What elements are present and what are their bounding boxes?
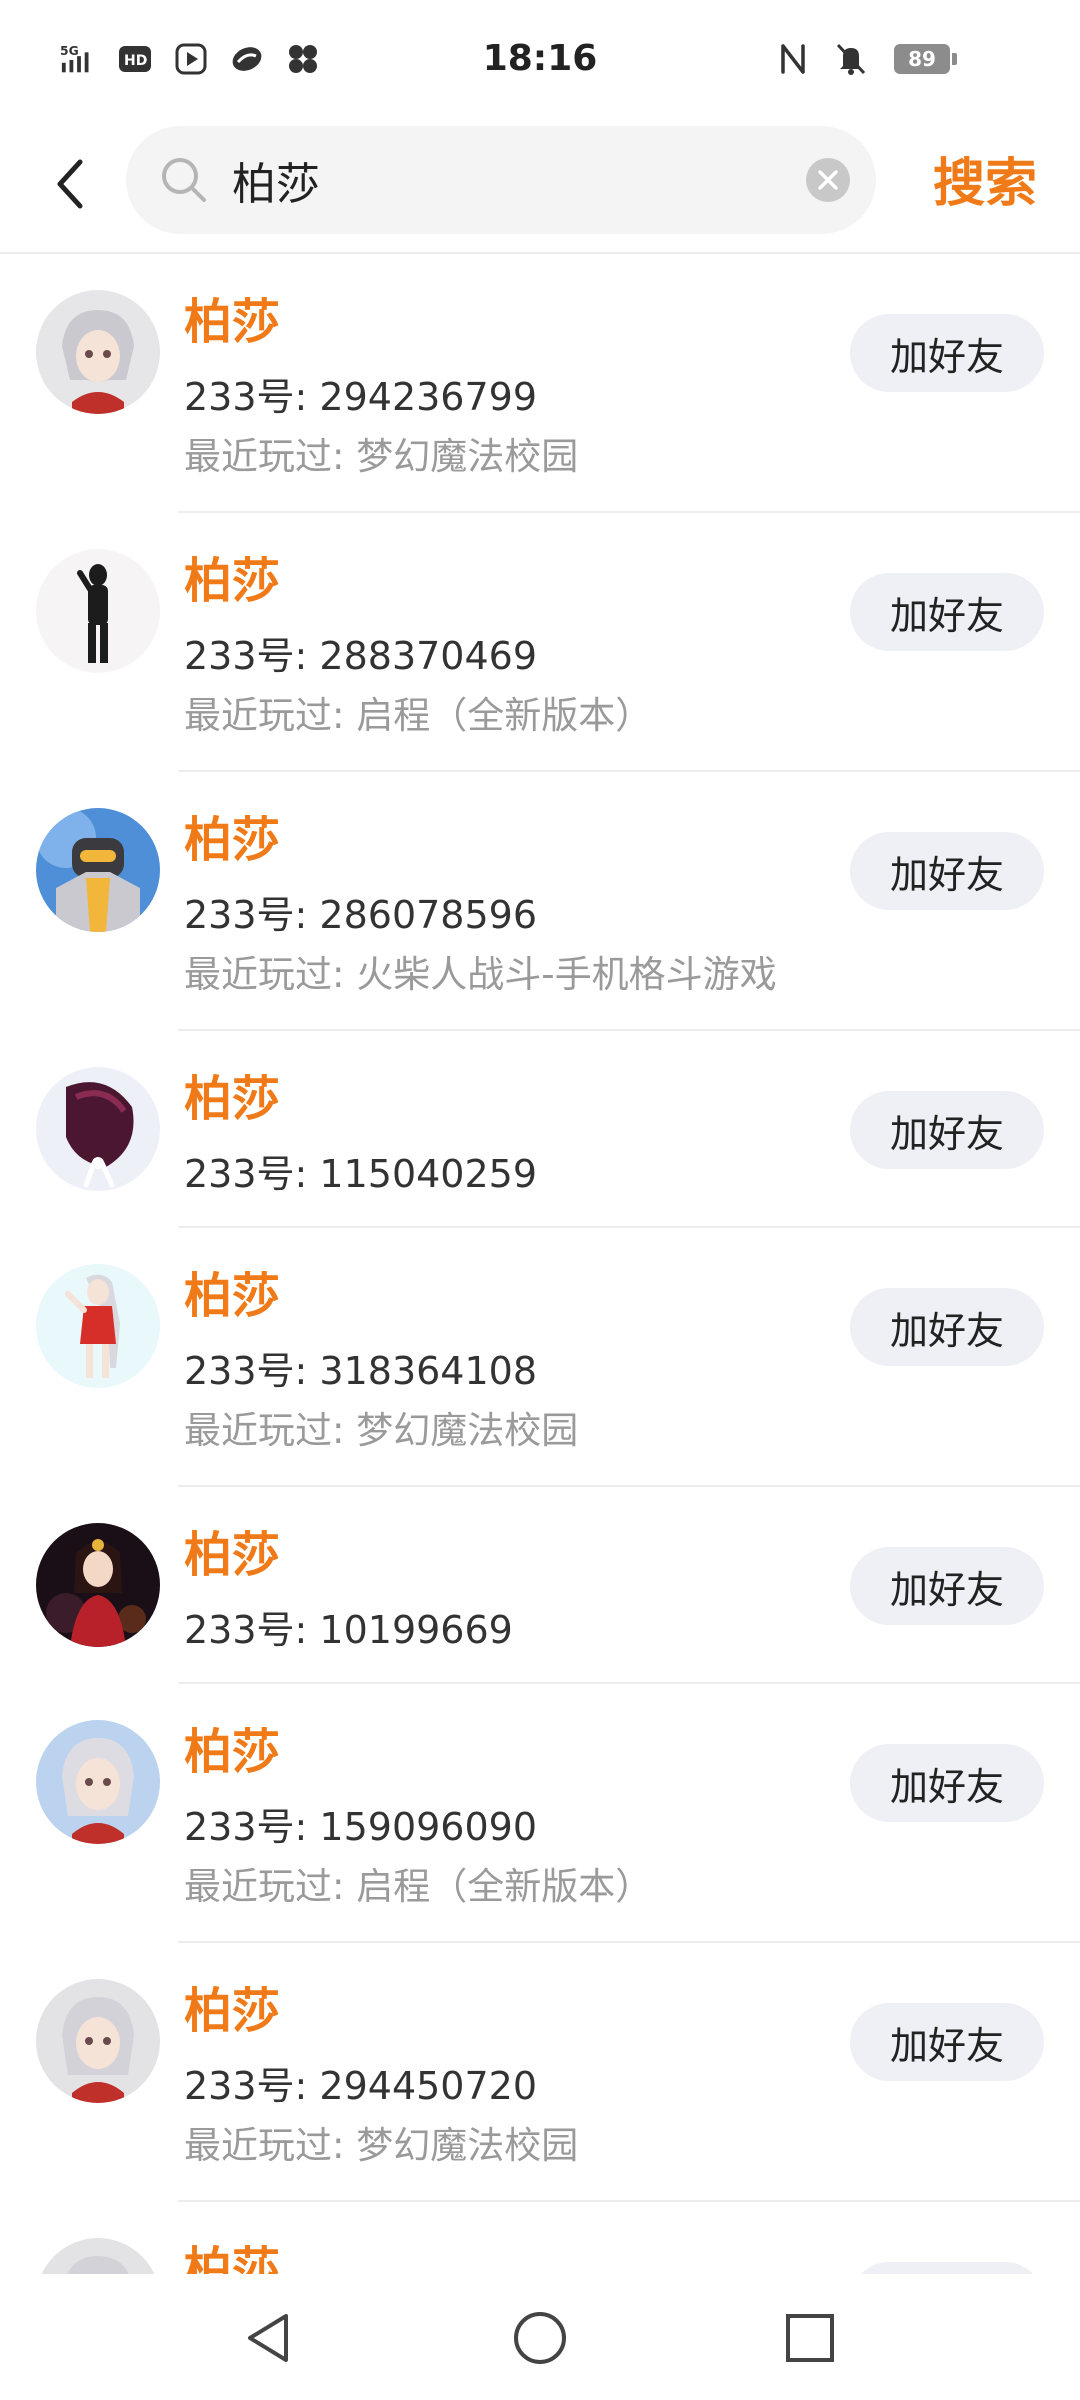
- user-name: 柏莎: [184, 1983, 281, 2039]
- user-id: 233号: 288370469: [184, 634, 538, 678]
- system-navigation-bar: [0, 2274, 1080, 2400]
- search-input[interactable]: [232, 148, 792, 212]
- search-header: 搜索: [0, 122, 1080, 252]
- user-name: 柏莎: [184, 553, 281, 609]
- square-recents-icon: [786, 2314, 834, 2362]
- user-id: 233号: 286078596: [184, 893, 538, 937]
- add-friend-button[interactable]: 加好友: [850, 1547, 1044, 1625]
- add-friend-button[interactable]: 加好友: [850, 314, 1044, 392]
- add-friend-button[interactable]: 加好友: [850, 832, 1044, 910]
- add-friend-button[interactable]: 加好友: [850, 2003, 1044, 2081]
- add-friend-button[interactable]: 加好友: [850, 1744, 1044, 1822]
- chevron-left-icon: [57, 159, 83, 209]
- recent-played: 最近玩过: 梦幻魔法校园: [184, 435, 579, 478]
- mute-icon: [832, 40, 870, 78]
- avatar[interactable]: [36, 290, 160, 414]
- avatar[interactable]: [36, 1523, 160, 1647]
- user-name: 柏莎: [184, 812, 281, 868]
- add-friend-button[interactable]: 加好友: [850, 1288, 1044, 1366]
- list-item[interactable]: 柏莎 233号: 115040259 加好友: [0, 1031, 1080, 1228]
- avatar[interactable]: [36, 1720, 160, 1844]
- screen: 5G HD 18:16 89 柏莎 搜索 柏莎 233号: 294236799 …: [0, 0, 1080, 2400]
- circle-home-icon: [514, 2312, 566, 2364]
- list-item[interactable]: 柏莎 233号: 294450720 最近玩过: 梦幻魔法校园 加好友: [0, 1943, 1080, 2202]
- avatar[interactable]: [36, 808, 160, 932]
- nav-home-button[interactable]: [500, 2298, 580, 2378]
- user-id: 233号: 318364108: [184, 1349, 538, 1393]
- add-friend-button[interactable]: 加好友: [850, 1091, 1044, 1169]
- avatar[interactable]: [36, 1264, 160, 1388]
- user-name: 柏莎: [184, 2242, 281, 2274]
- avatar[interactable]: [36, 549, 160, 673]
- recent-played: 最近玩过: 梦幻魔法校园: [184, 1409, 579, 1452]
- avatar[interactable]: [36, 1979, 160, 2103]
- avatar[interactable]: [36, 1067, 160, 1191]
- list-item[interactable]: 柏莎 233号: 288370469 最近玩过: 启程（全新版本） 加好友: [0, 513, 1080, 772]
- add-friend-button[interactable]: [850, 2262, 1044, 2274]
- search-icon: [156, 152, 212, 208]
- recent-played: 最近玩过: 梦幻魔法校园: [184, 2124, 579, 2167]
- user-name: 柏莎: [184, 1527, 281, 1583]
- status-right-icons: [774, 40, 870, 78]
- user-name: 柏莎: [184, 1268, 281, 1324]
- user-id: 233号: 294450720: [184, 2064, 538, 2108]
- nav-recents-button[interactable]: [770, 2298, 850, 2378]
- user-id: 233号: 294236799: [184, 375, 538, 419]
- list-item[interactable]: 柏莎 233号: 318364108 最近玩过: 梦幻魔法校园 加好友: [0, 1228, 1080, 1487]
- search-box[interactable]: [126, 126, 876, 234]
- avatar[interactable]: [36, 2238, 160, 2274]
- status-bar: 5G HD 18:16 89: [0, 0, 1080, 122]
- clear-icon[interactable]: [804, 156, 852, 204]
- search-button[interactable]: 搜索: [920, 140, 1050, 216]
- recent-played: 最近玩过: 启程（全新版本）: [184, 694, 653, 737]
- list-item[interactable]: 柏莎 233号: 159096090 最近玩过: 启程（全新版本） 加好友: [0, 1684, 1080, 1943]
- user-id: 233号: 159096090: [184, 1805, 538, 1849]
- list-item[interactable]: 柏莎 233号: 286078596 最近玩过: 火柴人战斗-手机格斗游戏 加好…: [0, 772, 1080, 1031]
- user-name: 柏莎: [184, 294, 281, 350]
- list-item[interactable]: 柏莎 233号: 10199669 加好友: [0, 1487, 1080, 1684]
- back-button[interactable]: [40, 144, 100, 224]
- list-item[interactable]: 柏莎: [0, 2202, 1080, 2274]
- nav-back-button[interactable]: [228, 2298, 308, 2378]
- recent-played: 最近玩过: 火柴人战斗-手机格斗游戏: [184, 953, 777, 996]
- nfc-icon: [774, 40, 812, 78]
- user-name: 柏莎: [184, 1071, 281, 1127]
- recent-played: 最近玩过: 启程（全新版本）: [184, 1865, 653, 1908]
- battery-indicator: 89: [894, 44, 957, 74]
- user-id: 233号: 10199669: [184, 1608, 513, 1652]
- list-item[interactable]: 柏莎 233号: 294236799 最近玩过: 梦幻魔法校园 加好友: [0, 254, 1080, 513]
- add-friend-button[interactable]: 加好友: [850, 573, 1044, 651]
- user-result-list: 柏莎 233号: 294236799 最近玩过: 梦幻魔法校园 加好友 柏莎 2…: [0, 254, 1080, 2274]
- user-name: 柏莎: [184, 1724, 281, 1780]
- user-id: 233号: 115040259: [184, 1152, 538, 1196]
- triangle-back-icon: [248, 2314, 288, 2362]
